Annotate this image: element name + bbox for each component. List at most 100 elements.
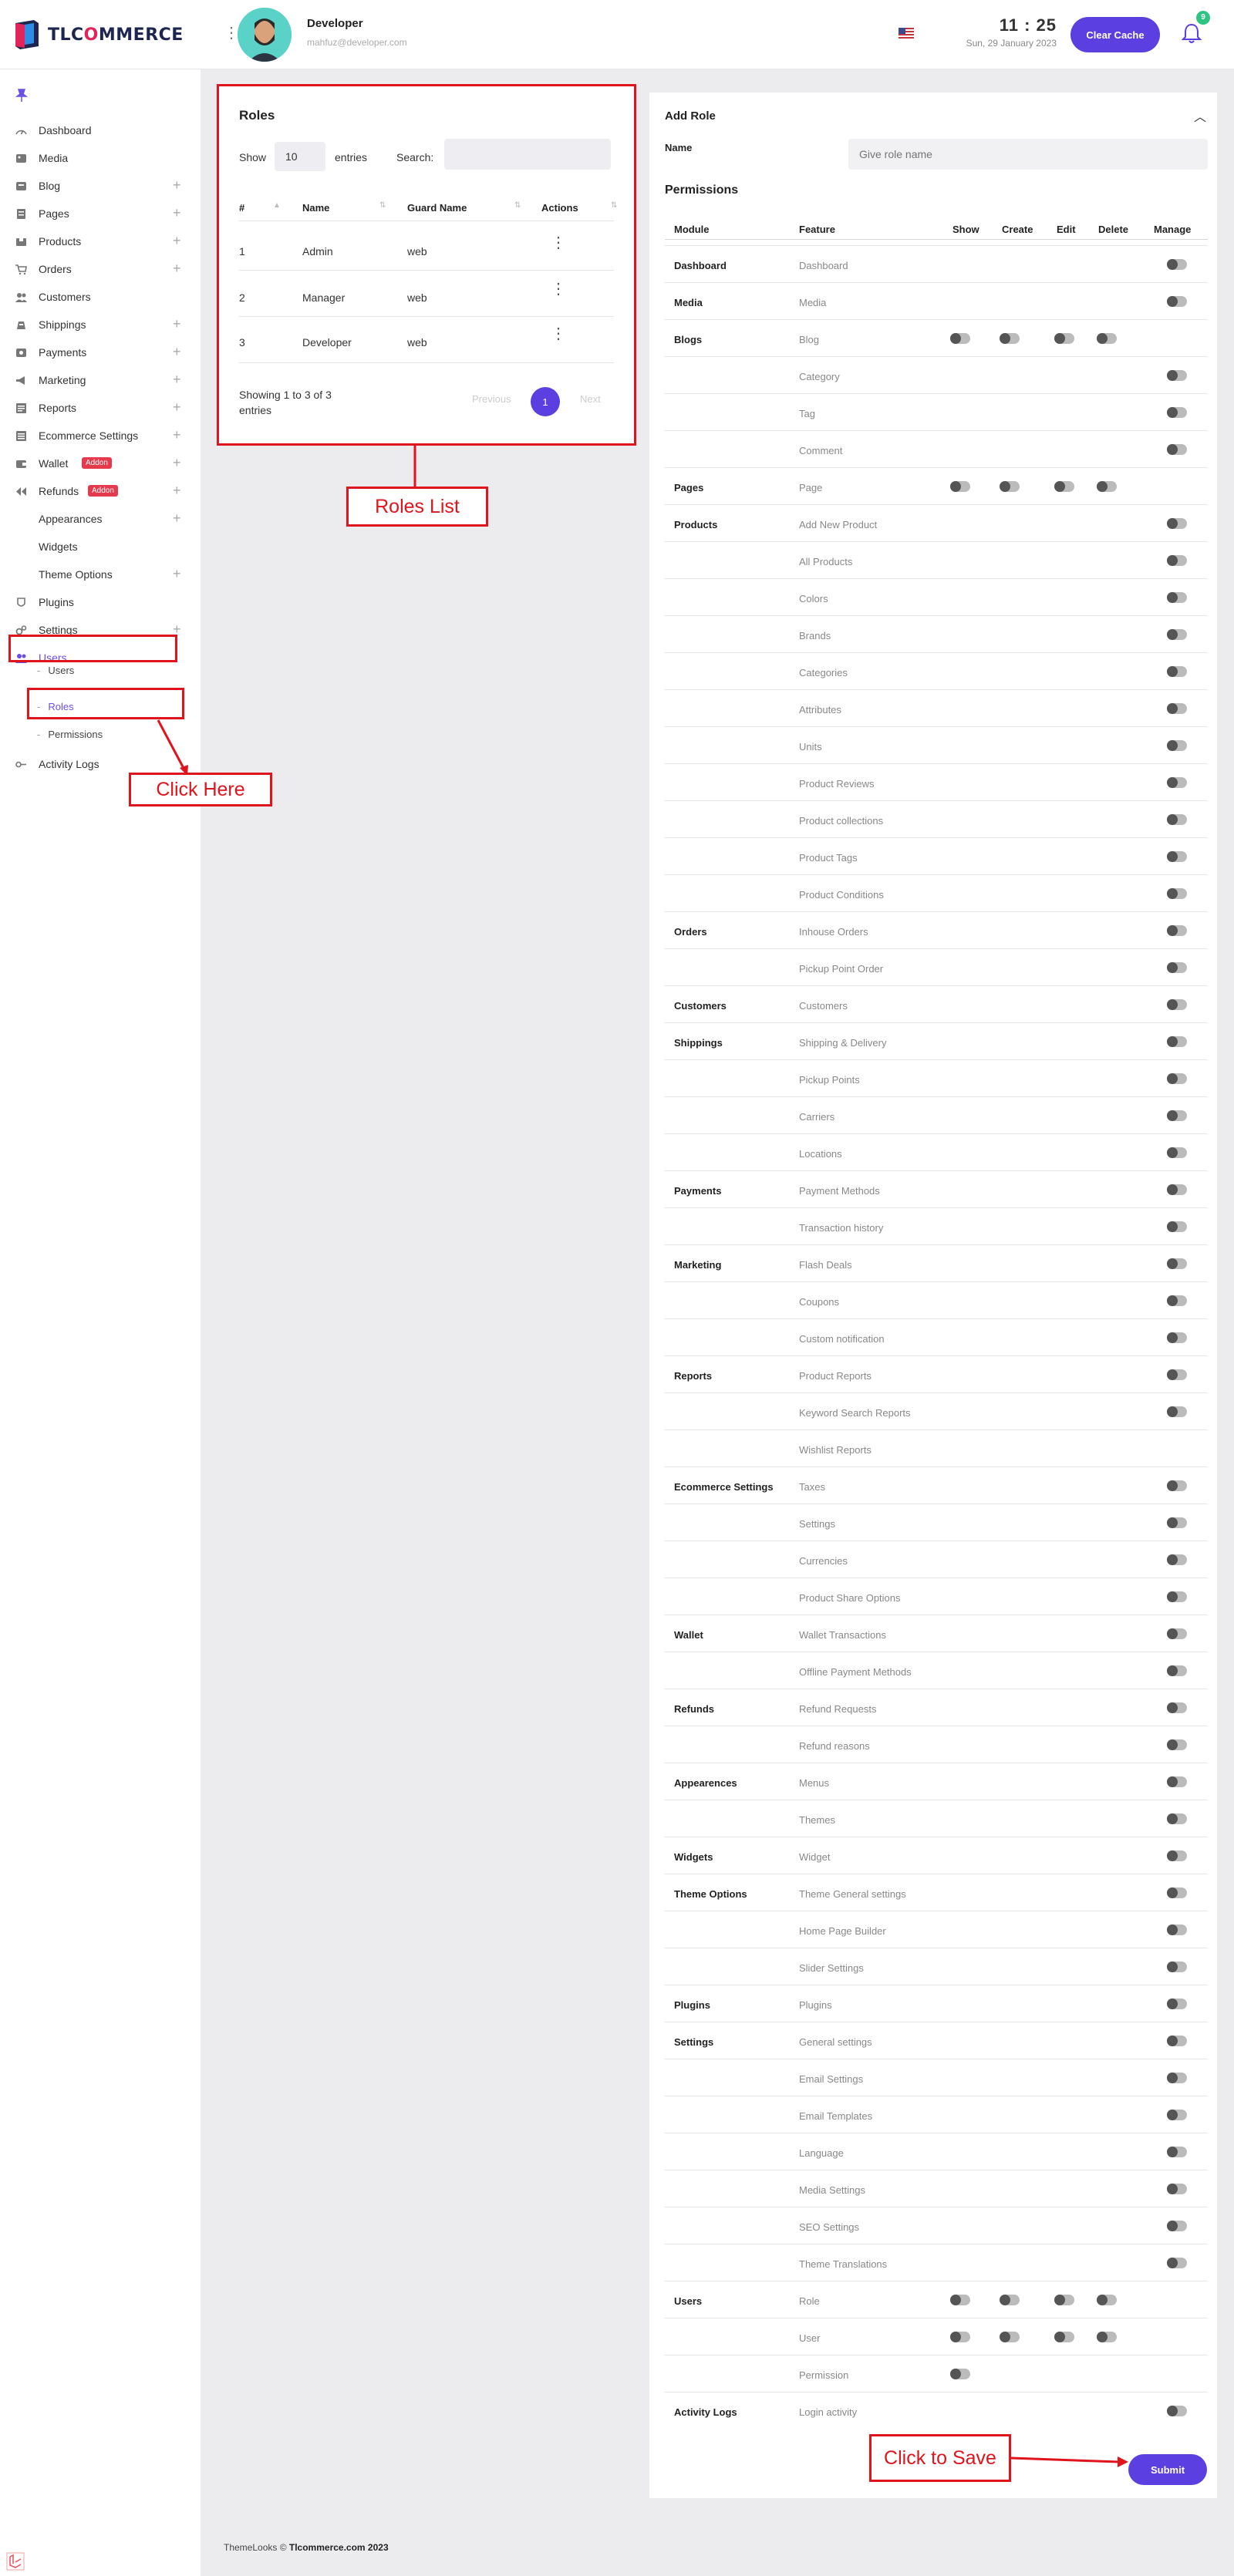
manage-toggle[interactable] bbox=[1167, 407, 1187, 418]
sidebar-item-wallet[interactable]: Wallet Addon + bbox=[0, 450, 201, 476]
sidebar-item-marketing[interactable]: Marketing + bbox=[0, 367, 201, 393]
show-toggle[interactable] bbox=[950, 481, 970, 492]
plus-icon[interactable]: + bbox=[173, 233, 181, 249]
plus-icon[interactable]: + bbox=[173, 455, 181, 471]
manage-toggle[interactable] bbox=[1167, 2147, 1187, 2157]
plus-icon[interactable]: + bbox=[173, 399, 181, 416]
manage-toggle[interactable] bbox=[1167, 1184, 1187, 1195]
footer-brand[interactable]: Tlcommerce.com 2023 bbox=[289, 2542, 389, 2553]
sidebar-item-orders[interactable]: Orders + bbox=[0, 256, 201, 282]
sidebar-item-products[interactable]: Products + bbox=[0, 228, 201, 254]
edit-toggle[interactable] bbox=[1054, 2332, 1074, 2342]
show-toggle[interactable] bbox=[950, 2332, 970, 2342]
sidebar-item-payments[interactable]: Payments + bbox=[0, 339, 201, 365]
chevron-up-icon[interactable]: ︿ bbox=[1194, 106, 1206, 125]
delete-toggle[interactable] bbox=[1097, 481, 1117, 492]
manage-toggle[interactable] bbox=[1167, 1999, 1187, 2009]
manage-toggle[interactable] bbox=[1167, 1073, 1187, 1084]
manage-toggle[interactable] bbox=[1167, 2406, 1187, 2416]
manage-toggle[interactable] bbox=[1167, 518, 1187, 529]
sidebar-subitem-users[interactable]: - Users bbox=[37, 665, 74, 676]
sidebar-subitem-permissions[interactable]: - Permissions bbox=[37, 729, 103, 740]
create-toggle[interactable] bbox=[1000, 2295, 1020, 2305]
submit-button[interactable]: Submit bbox=[1128, 2454, 1207, 2485]
manage-toggle[interactable] bbox=[1167, 1813, 1187, 1824]
sidebar-item-customers[interactable]: Customers bbox=[0, 284, 201, 310]
sidebar-item-plugins[interactable]: Plugins bbox=[0, 589, 201, 615]
us-flag-icon[interactable] bbox=[899, 28, 914, 39]
manage-toggle[interactable] bbox=[1167, 1295, 1187, 1306]
manage-toggle[interactable] bbox=[1167, 1665, 1187, 1676]
sidebar-item-blog[interactable]: Blog + bbox=[0, 173, 201, 199]
bell-icon[interactable] bbox=[1180, 22, 1203, 45]
manage-toggle[interactable] bbox=[1167, 2073, 1187, 2083]
clear-cache-button[interactable]: Clear Cache bbox=[1070, 17, 1160, 52]
plus-icon[interactable]: + bbox=[173, 316, 181, 332]
manage-toggle[interactable] bbox=[1167, 592, 1187, 603]
manage-toggle[interactable] bbox=[1167, 888, 1187, 899]
manage-toggle[interactable] bbox=[1167, 1702, 1187, 1713]
edit-toggle[interactable] bbox=[1054, 333, 1074, 344]
manage-toggle[interactable] bbox=[1167, 1480, 1187, 1491]
manage-toggle[interactable] bbox=[1167, 999, 1187, 1010]
plus-icon[interactable]: + bbox=[173, 427, 181, 443]
manage-toggle[interactable] bbox=[1167, 2184, 1187, 2194]
sidebar-item-dashboard[interactable]: Dashboard bbox=[0, 117, 201, 143]
role-name-input[interactable] bbox=[848, 139, 1208, 170]
sidebar-item-ecommerce-settings[interactable]: Ecommerce Settings + bbox=[0, 423, 201, 449]
plus-icon[interactable]: + bbox=[173, 261, 181, 277]
sidebar-item-appearances[interactable]: Appearances + bbox=[0, 506, 201, 532]
sidebar-item-refunds[interactable]: Refunds Addon + bbox=[0, 478, 201, 504]
manage-toggle[interactable] bbox=[1167, 1517, 1187, 1528]
manage-toggle[interactable] bbox=[1167, 1221, 1187, 1232]
manage-toggle[interactable] bbox=[1167, 777, 1187, 788]
show-toggle[interactable] bbox=[950, 333, 970, 344]
sidebar-item-widgets[interactable]: Widgets bbox=[0, 534, 201, 560]
avatar[interactable] bbox=[238, 8, 292, 62]
show-toggle[interactable] bbox=[950, 2369, 970, 2379]
manage-toggle[interactable] bbox=[1167, 629, 1187, 640]
manage-toggle[interactable] bbox=[1167, 2036, 1187, 2046]
manage-toggle[interactable] bbox=[1167, 814, 1187, 825]
plus-icon[interactable]: + bbox=[173, 344, 181, 360]
manage-toggle[interactable] bbox=[1167, 1406, 1187, 1417]
manage-toggle[interactable] bbox=[1167, 1332, 1187, 1343]
manage-toggle[interactable] bbox=[1167, 2110, 1187, 2120]
pin-icon[interactable] bbox=[15, 88, 28, 102]
plus-icon[interactable]: + bbox=[173, 205, 181, 221]
kebab-menu-icon[interactable]: ⋮ bbox=[224, 25, 239, 42]
manage-toggle[interactable] bbox=[1167, 1739, 1187, 1750]
manage-toggle[interactable] bbox=[1167, 2221, 1187, 2231]
manage-toggle[interactable] bbox=[1167, 1961, 1187, 1972]
manage-toggle[interactable] bbox=[1167, 370, 1187, 381]
sidebar-item-media[interactable]: Media bbox=[0, 145, 201, 171]
manage-toggle[interactable] bbox=[1167, 1110, 1187, 1121]
sidebar-item-shippings[interactable]: Shippings + bbox=[0, 311, 201, 338]
edit-toggle[interactable] bbox=[1054, 2295, 1074, 2305]
plus-icon[interactable]: + bbox=[173, 177, 181, 194]
show-toggle[interactable] bbox=[950, 2295, 970, 2305]
manage-toggle[interactable] bbox=[1167, 851, 1187, 862]
manage-toggle[interactable] bbox=[1167, 444, 1187, 455]
logo[interactable]: TLCOMMERCE bbox=[14, 20, 184, 49]
delete-toggle[interactable] bbox=[1097, 2332, 1117, 2342]
manage-toggle[interactable] bbox=[1167, 703, 1187, 714]
plus-icon[interactable]: + bbox=[173, 483, 181, 499]
manage-toggle[interactable] bbox=[1167, 2258, 1187, 2268]
plus-icon[interactable]: + bbox=[173, 566, 181, 582]
plus-icon[interactable]: + bbox=[173, 372, 181, 388]
manage-toggle[interactable] bbox=[1167, 962, 1187, 973]
manage-toggle[interactable] bbox=[1167, 1628, 1187, 1639]
manage-toggle[interactable] bbox=[1167, 259, 1187, 270]
manage-toggle[interactable] bbox=[1167, 1258, 1187, 1269]
delete-toggle[interactable] bbox=[1097, 333, 1117, 344]
delete-toggle[interactable] bbox=[1097, 2295, 1117, 2305]
manage-toggle[interactable] bbox=[1167, 1147, 1187, 1158]
manage-toggle[interactable] bbox=[1167, 1850, 1187, 1861]
laravel-icon[interactable] bbox=[6, 2552, 25, 2571]
sidebar-item-theme-options[interactable]: Theme Options + bbox=[0, 561, 201, 588]
sidebar-item-reports[interactable]: Reports + bbox=[0, 395, 201, 421]
manage-toggle[interactable] bbox=[1167, 1554, 1187, 1565]
manage-toggle[interactable] bbox=[1167, 925, 1187, 936]
manage-toggle[interactable] bbox=[1167, 1887, 1187, 1898]
